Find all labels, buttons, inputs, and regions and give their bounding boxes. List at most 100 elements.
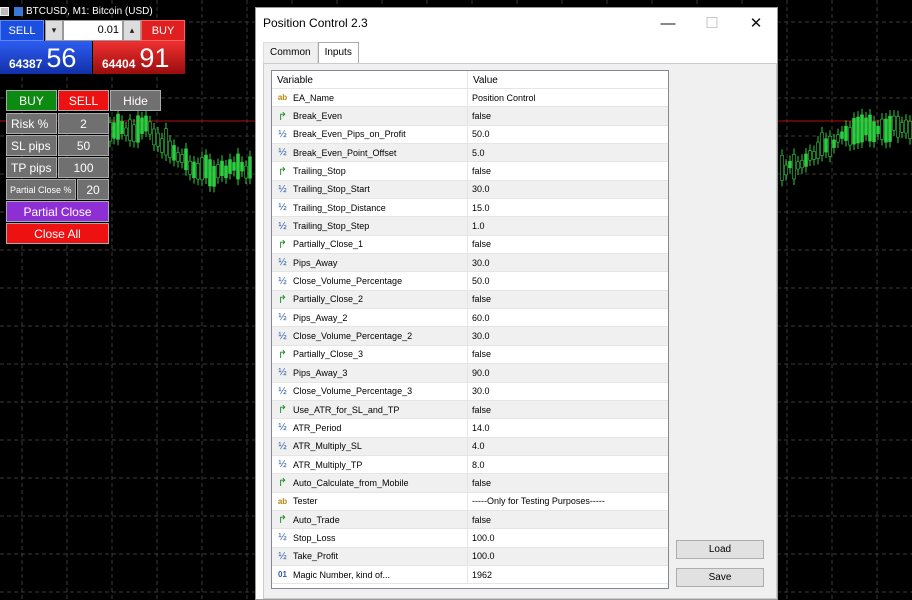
variable-name: Partially_Close_3	[293, 349, 364, 360]
value-cell[interactable]: 8.0	[468, 456, 485, 473]
table-row[interactable]: ½ Close_Volume_Percentage 50.0	[272, 272, 668, 291]
partial-close-button[interactable]: Partial Close	[6, 201, 109, 222]
volume-up-icon[interactable]: ▴	[123, 20, 141, 41]
value-cell[interactable]: 14.0	[468, 419, 490, 436]
table-row[interactable]: ab EA_Name Position Control	[272, 89, 668, 108]
value-cell[interactable]: false	[468, 107, 491, 124]
double-type-icon: ½	[278, 532, 287, 544]
value-cell[interactable]: false	[468, 346, 491, 363]
candle-body	[176, 152, 180, 162]
partial-close-input[interactable]: 20	[77, 179, 109, 200]
table-row[interactable]: ½ Close_Volume_Percentage_3 30.0	[272, 382, 668, 401]
value-cell[interactable]: 1.0	[468, 217, 485, 234]
table-row[interactable]: ab Tester -----Only for Testing Purposes--…	[272, 492, 668, 511]
table-row[interactable]: ½ Pips_Away_2 60.0	[272, 309, 668, 328]
candle-body	[112, 122, 116, 139]
value-cell[interactable]: 50.0	[468, 272, 490, 289]
table-row[interactable]: ↱ Break_Even false	[272, 107, 668, 126]
value-cell[interactable]: 30.0	[468, 383, 490, 400]
table-row[interactable]: ½ Take_Profit 100.0	[272, 547, 668, 566]
table-row[interactable]: ½ Trailing_Stop_Distance 15.0	[272, 199, 668, 218]
table-row[interactable]: 01 Magic Number, kind of... 1962	[272, 565, 668, 585]
variable-name: Tester	[293, 496, 318, 507]
ask-price-box[interactable]: 64404 91	[93, 41, 185, 74]
value-cell[interactable]: false	[468, 162, 491, 179]
value-cell[interactable]: false	[468, 291, 491, 308]
variable-cell: ↱ Break_Even	[272, 107, 468, 125]
value-cell[interactable]: 90.0	[468, 364, 490, 381]
table-row[interactable]: ↱ Partially_Close_2 false	[272, 290, 668, 310]
value-cell[interactable]: false	[468, 401, 491, 418]
variable-name: Auto_Calculate_from_Mobile	[293, 477, 409, 488]
bid-price-box[interactable]: 64387 56	[0, 41, 92, 74]
panel-hide-button[interactable]: Hide	[110, 90, 161, 111]
tab-inputs[interactable]: Inputs	[317, 42, 359, 64]
sl-pips-input[interactable]: 50	[58, 135, 109, 156]
save-button[interactable]: Save	[676, 568, 764, 587]
value-cell[interactable]: 30.0	[468, 181, 490, 198]
variable-name: ATR_Multiply_SL	[293, 441, 362, 452]
panel-buy-button[interactable]: BUY	[6, 90, 57, 111]
variable-column-header[interactable]: Variable	[272, 71, 468, 88]
table-row[interactable]: ↱ Auto_Calculate_from_Mobile false	[272, 474, 668, 493]
table-row[interactable]: ↱ Partially_Close_3 false	[272, 345, 668, 365]
panel-sell-button[interactable]: SELL	[58, 90, 109, 111]
value-cell[interactable]: 60.0	[468, 309, 490, 326]
variable-name: Pips_Away_2	[293, 312, 348, 323]
table-row[interactable]: ½ Break_Even_Pips_on_Profit 50.0	[272, 125, 668, 145]
one-click-buy-button[interactable]: BUY	[141, 20, 185, 41]
value-cell[interactable]: 30.0	[468, 254, 490, 271]
table-row[interactable]: ½ ATR_Period 14.0	[272, 419, 668, 438]
value-cell[interactable]: false	[468, 474, 491, 491]
value-cell[interactable]: 15.0	[468, 199, 490, 216]
value-cell[interactable]: 100.0	[468, 529, 495, 546]
position-control-dialog: Position Control 2.3 — ☐ ✕ Common Inputs…	[255, 7, 778, 600]
value-column-header[interactable]: Value	[468, 71, 498, 88]
candle-body	[160, 138, 164, 153]
close-icon[interactable]: ✕	[734, 8, 778, 38]
table-row[interactable]: ½ Stop_Loss 100.0	[272, 529, 668, 548]
table-row[interactable]: ½ ATR_Multiply_SL 4.0	[272, 437, 668, 456]
table-row[interactable]: ½ Trailing_Stop_Step 1.0	[272, 217, 668, 236]
table-row[interactable]: ½ ATR_Multiply_TP 8.0	[272, 455, 668, 475]
value-cell[interactable]: 5.0	[468, 144, 485, 161]
value-cell[interactable]: 50.0	[468, 126, 490, 143]
tp-pips-input[interactable]: 100	[58, 157, 109, 178]
table-row[interactable]: ½ Trailing_Stop_Start 30.0	[272, 180, 668, 200]
candle-body	[208, 159, 212, 187]
tab-common[interactable]: Common	[263, 42, 318, 63]
minimize-icon[interactable]: —	[646, 8, 690, 38]
candle-body	[240, 162, 244, 172]
candle-body	[816, 141, 820, 159]
value-cell[interactable]: -----Only for Testing Purposes-----	[468, 493, 605, 510]
table-row[interactable]: ½ Pips_Away_3 90.0	[272, 364, 668, 383]
value-cell[interactable]: 4.0	[468, 438, 485, 455]
value-cell[interactable]: 100.0	[468, 548, 495, 565]
bid-price-prefix: 64387	[9, 57, 43, 71]
value-cell[interactable]: false	[468, 511, 491, 528]
candle-body	[860, 114, 864, 143]
risk-input[interactable]: 2	[58, 113, 109, 134]
table-row[interactable]: ½ Close_Volume_Percentage_2 30.0	[272, 327, 668, 346]
close-all-button[interactable]: Close All	[6, 223, 109, 244]
table-row[interactable]: ½ Pips_Away 30.0	[272, 254, 668, 273]
variable-name: Partially_Close_1	[293, 239, 364, 250]
table-row[interactable]: ↱ Trailing_Stop false	[272, 162, 668, 181]
table-row[interactable]: ↱ Use_ATR_for_SL_and_TP false	[272, 400, 668, 420]
table-row[interactable]: ↱ Auto_Trade false	[272, 510, 668, 530]
candle-body	[212, 166, 216, 187]
chart-window-icon	[0, 6, 9, 16]
one-click-sell-button[interactable]: SELL	[0, 20, 44, 41]
value-cell[interactable]: Position Control	[468, 89, 536, 106]
load-button[interactable]: Load	[676, 540, 764, 559]
table-row[interactable]: ½ Break_Even_Point_Offset 5.0	[272, 144, 668, 163]
value-cell[interactable]: false	[468, 236, 491, 253]
candle-body	[248, 156, 252, 179]
candle-body	[780, 154, 784, 181]
value-cell[interactable]: 1962	[468, 566, 492, 583]
volume-down-icon[interactable]: ▾	[45, 20, 63, 41]
value-cell[interactable]: 30.0	[468, 327, 490, 344]
volume-input[interactable]: 0.01	[63, 20, 123, 41]
table-row[interactable]: ↱ Partially_Close_1 false	[272, 235, 668, 255]
candle-body	[876, 125, 880, 135]
